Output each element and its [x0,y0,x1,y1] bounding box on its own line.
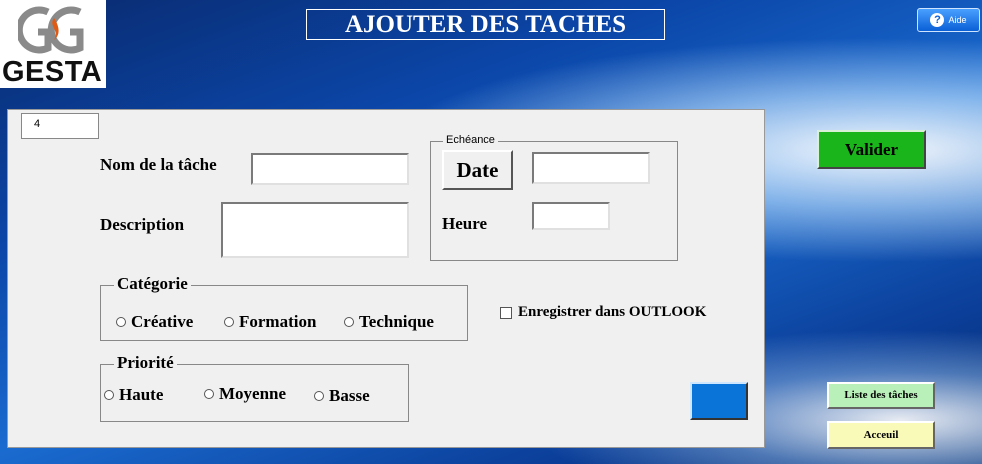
radio-label: Formation [239,312,317,331]
radio-creative[interactable]: Créative [116,312,193,332]
radio-circle-icon [204,389,214,399]
radio-circle-icon [104,390,114,400]
radio-label: Haute [119,385,164,404]
valider-button[interactable]: Valider [817,130,926,169]
gesta-logo: GESTA [0,0,106,88]
radio-circle-icon [314,391,324,401]
help-icon: ? [930,13,945,27]
radio-circle-icon [344,317,354,327]
radio-label: Technique [359,312,434,331]
radio-moyenne[interactable]: Moyenne [204,384,286,404]
radio-label: Moyenne [219,384,287,403]
heure-input[interactable] [532,202,610,230]
radio-circle-icon [224,317,234,327]
nom-label: Nom de la tâche [100,155,217,174]
page-title: AJOUTER DES TACHES [306,9,665,40]
categorie-legend: Catégorie [114,274,191,294]
date-input[interactable] [532,152,650,184]
outlook-checkbox[interactable]: Enregistrer dans OUTLOOK [500,304,706,321]
radio-basse[interactable]: Basse [314,386,370,406]
liste-taches-button[interactable]: Liste des tâches [827,382,935,409]
nom-input[interactable] [251,153,409,185]
description-label: Description [100,215,185,234]
blue-action-button[interactable] [690,382,748,420]
checkbox-icon [500,306,512,319]
help-label: Aide [948,15,967,25]
radio-haute[interactable]: Haute [104,385,163,405]
accueil-button[interactable]: Acceuil [827,421,935,449]
description-input[interactable] [221,202,409,258]
date-button[interactable]: Date [442,150,513,190]
radio-circle-icon [116,317,126,327]
task-form-panel: 4 Nom de la tâche Description Echéance D… [7,109,765,448]
task-id-field[interactable]: 4 [21,113,99,139]
echeance-legend: Echéance [443,134,498,146]
help-button[interactable]: ? Aide [917,8,980,32]
logo-text: GESTA [2,56,103,88]
radio-technique[interactable]: Technique [344,312,434,332]
radio-label: Créative [131,312,194,331]
radio-label: Basse [329,386,370,405]
priorite-legend: Priorité [114,353,177,373]
gg-logo-icon [18,6,84,54]
heure-label: Heure [442,214,488,233]
radio-formation[interactable]: Formation [224,312,316,332]
outlook-label: Enregistrer dans OUTLOOK [518,304,707,320]
